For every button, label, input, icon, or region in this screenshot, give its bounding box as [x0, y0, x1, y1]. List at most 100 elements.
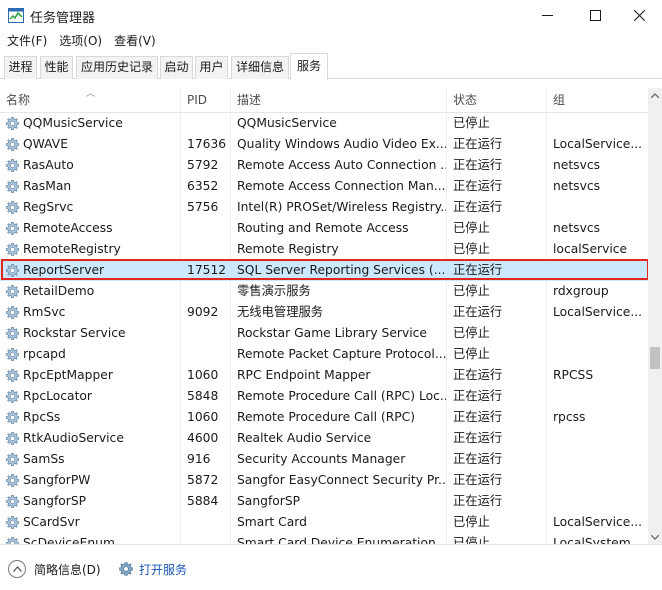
service-row[interactable]: QQMusicService QQMusicService 已停止 [0, 113, 648, 134]
service-description: Sangfor EasyConnect Security Pr... [237, 473, 446, 487]
service-description: Remote Procedure Call (RPC) [237, 410, 416, 424]
service-row[interactable]: ScDeviceEnum Smart Card Device Enumerati… [0, 533, 648, 544]
service-description: 无线电管理服务 [237, 305, 324, 319]
service-row[interactable]: RpcEptMapper 1060 RPC Endpoint Mapper 正在… [0, 365, 648, 386]
service-row[interactable]: SangforSP 5884 SangforSP 正在运行 [0, 491, 648, 512]
service-row[interactable]: RpcLocator 5848 Remote Procedure Call (R… [0, 386, 648, 407]
service-row[interactable]: rpcapd Remote Packet Capture Protocol...… [0, 344, 648, 365]
minimize-icon [541, 15, 553, 16]
service-row[interactable]: ReportServer 17512 SQL Server Reporting … [0, 260, 648, 281]
column-pid[interactable]: PID [181, 88, 231, 113]
service-status: 正在运行 [453, 305, 503, 319]
service-row[interactable]: RegSrvc 5756 Intel(R) PROSet/Wireless Re… [0, 197, 648, 218]
service-description: Remote Registry [237, 242, 339, 256]
service-row[interactable]: SCardSvr Smart Card 已停止 LocalService... [0, 512, 648, 533]
tab-startup[interactable]: 启动 [160, 56, 193, 79]
service-row[interactable]: SangforPW 5872 Sangfor EasyConnect Secur… [0, 470, 648, 491]
service-group: rpcss [553, 410, 586, 424]
window-title: 任务管理器 [30, 11, 96, 26]
tab-details[interactable]: 详细信息 [231, 56, 289, 79]
menu-options[interactable]: 选项(O) [53, 31, 108, 52]
menu-view[interactable]: 查看(V) [108, 31, 162, 52]
service-name: RpcSs [23, 410, 61, 424]
service-group: netsvcs [553, 221, 601, 235]
service-group: RPCSS [553, 368, 594, 382]
service-name: RmSvc [23, 305, 66, 319]
footer: 简略信息(D) 打开服务 [0, 544, 662, 590]
tab-app-history[interactable]: 应用历史记录 [76, 56, 158, 79]
open-services-link[interactable]: 打开服务 [118, 559, 187, 579]
column-status[interactable]: 状态 [447, 88, 547, 113]
menu-file[interactable]: 文件(F) [0, 31, 53, 52]
service-row[interactable]: RemoteRegistry Remote Registry 已停止 local… [0, 239, 648, 260]
tab-processes[interactable]: 进程 [4, 56, 37, 79]
service-row[interactable]: RetailDemo 零售演示服务 已停止 rdxgroup [0, 281, 648, 302]
service-pid [181, 281, 230, 302]
service-group [547, 260, 648, 281]
service-row[interactable]: RmSvc 9092 无线电管理服务 正在运行 LocalService... [0, 302, 648, 323]
vertical-scrollbar[interactable] [648, 88, 662, 544]
task-manager-icon [8, 8, 24, 23]
service-group: LocalService... [553, 137, 643, 151]
menu-bar: 文件(F) 选项(O) 查看(V) [0, 31, 662, 52]
service-pid: 17636 [187, 137, 227, 151]
service-row[interactable]: RasAuto 5792 Remote Access Auto Connecti… [0, 155, 648, 176]
service-group [547, 449, 648, 470]
close-button[interactable] [616, 0, 662, 31]
column-group[interactable]: 组 [547, 88, 648, 113]
scrollbar-thumb[interactable] [650, 347, 660, 369]
scroll-down-arrow[interactable] [648, 530, 662, 544]
service-pid: 5884 [187, 494, 219, 508]
service-pid: 6352 [187, 179, 219, 193]
service-status: 正在运行 [453, 431, 503, 445]
service-pid [181, 512, 230, 533]
service-pid [181, 533, 230, 544]
service-name: RtkAudioService [23, 431, 124, 445]
service-status: 已停止 [453, 515, 490, 529]
maximize-icon [589, 10, 601, 21]
service-row[interactable]: Rockstar Service Rockstar Game Library S… [0, 323, 648, 344]
tab-bar: 进程 性能 应用历史记录 启动 用户 详细信息 服务 [0, 52, 662, 80]
tab-users[interactable]: 用户 [195, 56, 228, 79]
open-services-label: 打开服务 [139, 562, 188, 577]
maximize-button[interactable] [572, 0, 618, 31]
service-row[interactable]: RpcSs 1060 Remote Procedure Call (RPC) 正… [0, 407, 648, 428]
service-description: 零售演示服务 [237, 284, 311, 298]
column-description[interactable]: 描述 [231, 88, 447, 113]
service-group [547, 470, 648, 491]
service-description: Intel(R) PROSet/Wireless Registry... [237, 200, 446, 214]
service-row[interactable]: RtkAudioService 4600 Realtek Audio Servi… [0, 428, 648, 449]
service-description: Smart Card [237, 515, 307, 529]
service-status: 正在运行 [453, 263, 503, 277]
service-name: RetailDemo [23, 284, 95, 298]
service-status: 正在运行 [453, 200, 503, 214]
service-description: Remote Access Auto Connection ... [237, 158, 446, 172]
service-group: LocalService... [553, 305, 643, 319]
service-name: SangforPW [23, 473, 91, 487]
service-group [547, 344, 648, 365]
tab-services[interactable]: 服务 [290, 53, 328, 80]
service-row[interactable]: QWAVE 17636 Quality Windows Audio Video … [0, 134, 648, 155]
service-pid [181, 323, 230, 344]
service-group [547, 323, 648, 344]
column-name[interactable]: 名称 [0, 88, 181, 113]
scroll-up-arrow[interactable] [648, 88, 662, 102]
service-row[interactable]: RasMan 6352 Remote Access Connection Man… [0, 176, 648, 197]
service-name: SamSs [23, 452, 65, 466]
service-row[interactable]: SamSs 916 Security Accounts Manager 正在运行 [0, 449, 648, 470]
service-description: Rockstar Game Library Service [237, 326, 427, 340]
service-pid [181, 218, 230, 239]
service-pid: 1060 [187, 410, 219, 424]
service-group [547, 197, 648, 218]
service-name: RpcLocator [23, 389, 92, 403]
service-name: Rockstar Service [23, 326, 126, 340]
fewer-details-label: 简略信息(D) [34, 562, 101, 577]
minimize-button[interactable] [524, 0, 570, 31]
service-pid: 5872 [187, 473, 219, 487]
services-list[interactable]: QQMusicService QQMusicService 已停止 QWAVE … [0, 113, 648, 544]
chevron-up-icon [651, 92, 659, 98]
fewer-details-button[interactable]: 简略信息(D) [8, 559, 101, 579]
tab-performance[interactable]: 性能 [40, 56, 73, 79]
service-row[interactable]: RemoteAccess Routing and Remote Access 已… [0, 218, 648, 239]
service-group: LocalSystem... [553, 536, 643, 544]
